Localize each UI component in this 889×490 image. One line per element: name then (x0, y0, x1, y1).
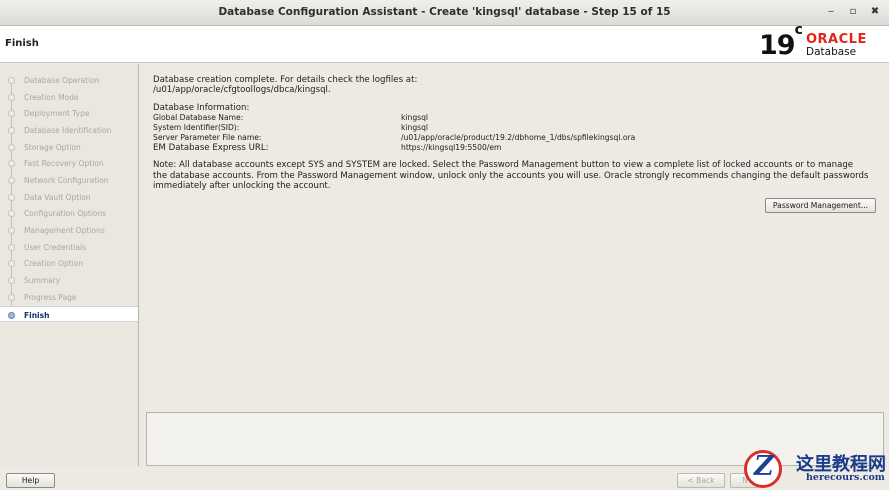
step-dot-icon (8, 294, 15, 301)
step-dot-icon (8, 160, 15, 167)
watermark-site-url: herecours.com (806, 472, 885, 483)
close-icon[interactable]: ✖ (868, 5, 882, 19)
oracle-product-name: Database (806, 46, 857, 58)
step-dot-icon (8, 194, 15, 201)
step-dot-icon (8, 260, 15, 267)
step-dot-icon (8, 94, 15, 101)
sidebar-item-progress-page: Progress Page (0, 289, 138, 305)
sidebar-item-data-vault-option: Data Vault Option (0, 189, 138, 205)
db-info-heading: Database Information: (153, 103, 250, 113)
oracle-logo: ORACLE (806, 32, 867, 47)
sidebar-item-network-configuration: Network Configuration (0, 172, 138, 188)
step-dot-icon (8, 110, 15, 117)
sidebar-item-creation-option: Creation Option (0, 255, 138, 271)
sidebar-item-finish[interactable]: Finish (0, 306, 138, 322)
global-db-name-value: kingsql (401, 113, 429, 122)
em-url-value: https://kingsql19:5500/em (401, 143, 502, 152)
sidebar-item-management-options: Management Options (0, 222, 138, 238)
sid-value: kingsql (401, 123, 429, 132)
page-header: Finish 19c ORACLE Database (0, 22, 889, 63)
sidebar-item-summary: Summary (0, 272, 138, 288)
logfile-path: /u01/app/oracle/cfgtoollogs/dbca/kingsql… (153, 85, 331, 95)
sidebar-item-storage-option: Storage Option (0, 139, 138, 155)
sid-label: System Identifier(SID): (153, 123, 240, 132)
step-dot-icon (8, 277, 15, 284)
spfile-label: Server Parameter File name: (153, 133, 262, 142)
site-watermark: Z 这里教程网 herecours.com (742, 448, 889, 490)
step-title: Finish (5, 38, 39, 49)
sidebar-item-creation-mode: Creation Mode (0, 89, 138, 105)
help-button[interactable]: Help (6, 473, 55, 488)
sidebar-item-configuration-options: Configuration Options (0, 205, 138, 221)
minimize-icon[interactable]: ‒ (824, 5, 838, 19)
maximize-icon[interactable]: ▫ (846, 5, 860, 19)
step-dot-icon (8, 127, 15, 134)
step-current-icon (8, 312, 15, 319)
global-db-name-label: Global Database Name: (153, 113, 244, 122)
step-dot-icon (8, 144, 15, 151)
step-dot-icon (8, 177, 15, 184)
em-url-label: EM Database Express URL: (153, 143, 269, 153)
back-button[interactable]: < Back (677, 473, 725, 488)
sidebar-item-user-credentials: User Credentials (0, 239, 138, 255)
sidebar-item-database-operation: Database Operation (0, 72, 138, 88)
step-dot-icon (8, 77, 15, 84)
sidebar-item-deployment-type: Deployment Type (0, 105, 138, 121)
step-dot-icon (8, 227, 15, 234)
window-title: Database Configuration Assistant - Creat… (218, 6, 671, 18)
window-titlebar: Database Configuration Assistant - Creat… (0, 0, 889, 26)
spfile-value: /u01/app/oracle/product/19.2/dbhome_1/db… (401, 133, 636, 142)
sidebar-item-database-identification: Database Identification (0, 122, 138, 138)
steps-sidebar: Database Operation Creation Mode Deploym… (0, 64, 139, 466)
sidebar-item-fast-recovery-option: Fast Recovery Option (0, 155, 138, 171)
locked-accounts-note: Note: All database accounts except SYS a… (153, 160, 869, 191)
completion-message: Database creation complete. For details … (153, 75, 418, 85)
step-dot-icon (8, 244, 15, 251)
oracle-version-logo: 19c (759, 22, 803, 61)
watermark-logo-letter: Z (754, 451, 774, 482)
password-management-button[interactable]: Password Management... (765, 198, 876, 213)
step-dot-icon (8, 210, 15, 217)
